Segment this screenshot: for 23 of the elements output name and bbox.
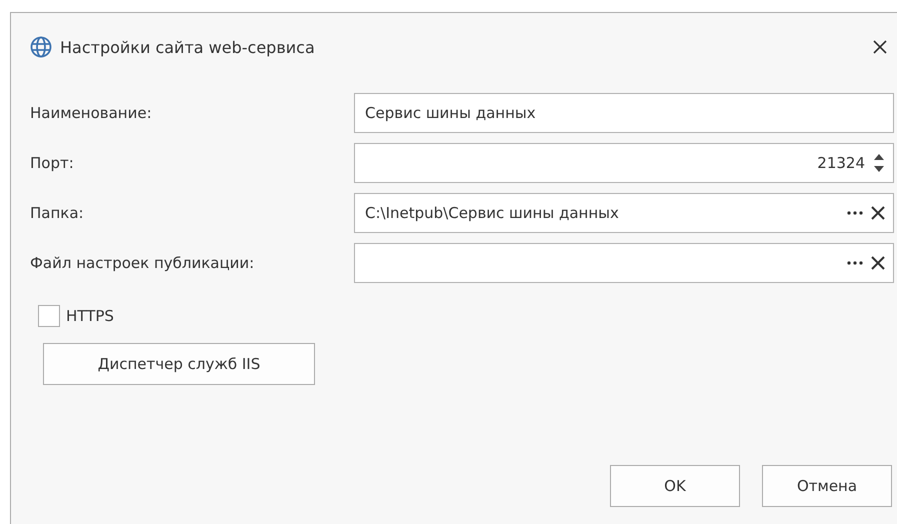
input-field[interactable] — [354, 243, 894, 283]
browse-dots-icon[interactable] — [847, 211, 863, 215]
input-field[interactable]: C:\Inetpub\Сервис шины данных — [354, 193, 894, 233]
field-label: Файл настроек публикации: — [30, 254, 256, 272]
ok-button[interactable]: OK — [610, 465, 740, 507]
clear-icon[interactable] — [871, 256, 885, 270]
window-title: Настройки сайта web-сервиса — [60, 38, 316, 56]
input-field[interactable]: Сервис шины данных — [354, 93, 894, 133]
browse-dots-icon[interactable] — [847, 261, 863, 265]
clear-icon[interactable] — [871, 206, 885, 220]
field-value: C:\Inetpub\Сервис шины данных — [365, 204, 619, 222]
field-value: 21324 — [817, 154, 865, 172]
cancel-button[interactable]: Отмена — [762, 465, 892, 507]
globe-icon — [30, 36, 52, 58]
field-label: Порт: — [30, 154, 75, 172]
checkbox-label: HTTPS — [66, 307, 114, 325]
field-label: Наименование: — [30, 104, 153, 122]
field-label: Папка: — [30, 204, 85, 222]
https-checkbox[interactable] — [38, 305, 60, 327]
field-value: Сервис шины данных — [365, 104, 536, 122]
spinner-arrows-icon[interactable] — [873, 152, 885, 174]
input-field[interactable]: 21324 — [354, 143, 894, 183]
iis-manager-button[interactable]: Диспетчер служб IIS — [43, 343, 315, 385]
